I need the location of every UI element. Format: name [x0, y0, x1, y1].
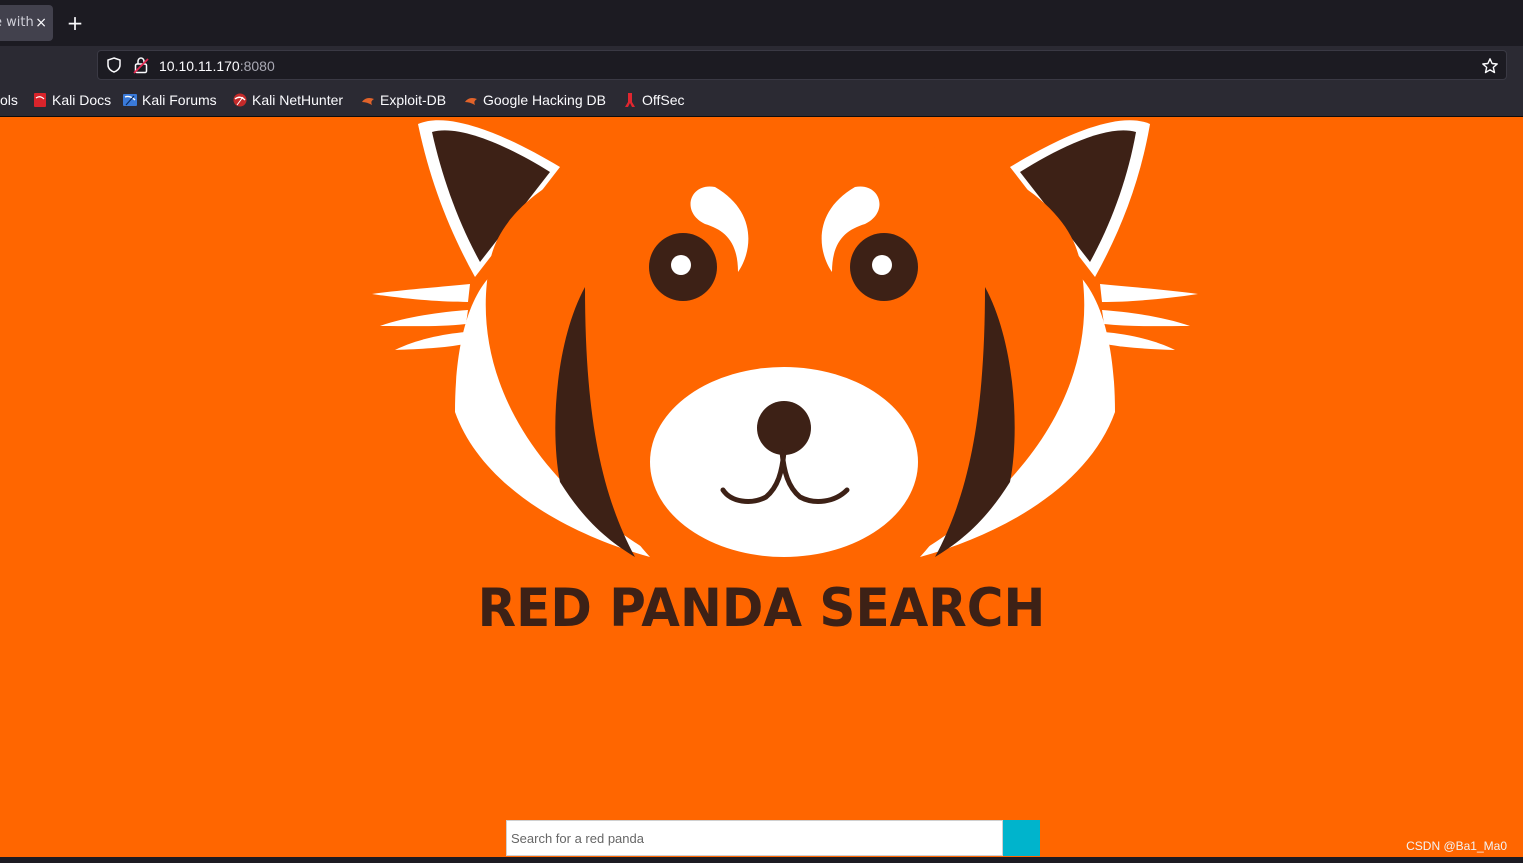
kali-forums-icon [123, 94, 137, 106]
page-title: RED PANDA SEARCH [477, 577, 1046, 639]
tab-bar: e with × + [0, 0, 1523, 46]
search-button[interactable] [1003, 820, 1040, 856]
bookmark-label: Kali NetHunter [252, 92, 344, 108]
watermark: CSDN @Ba1_Ma0 [1406, 839, 1507, 853]
kali-docs-icon [34, 93, 46, 107]
bookmark-label: Exploit-DB [380, 92, 447, 108]
bookmark-tools[interactable]: ols [0, 84, 18, 117]
google-hacking-db-icon [465, 98, 477, 105]
lock-icon[interactable] [133, 56, 149, 74]
tab-title: e with [0, 15, 34, 30]
bottom-strip [0, 857, 1523, 863]
bookmark-exploit-db[interactable]: Exploit-DB [361, 84, 446, 117]
nav-bar: 10.10.11.170:8080 [0, 46, 1523, 84]
url-bar[interactable]: 10.10.11.170:8080 [97, 50, 1507, 80]
url-host: 10.10.11.170 [159, 58, 240, 74]
bookmark-label: OffSec [642, 92, 685, 108]
offsec-icon [625, 93, 635, 107]
shield-icon[interactable] [106, 57, 122, 73]
bookmark-kali-nethunter[interactable]: Kali NetHunter [233, 84, 343, 117]
bookmark-kali-forums[interactable]: Kali Forums [123, 84, 217, 117]
bookmarks-toolbar: ols Kali Docs Kali Forums Kali NetHunter… [0, 84, 1523, 117]
bookmark-label: ols [0, 92, 18, 108]
bookmark-label: Kali Forums [142, 92, 217, 108]
bookmark-google-hacking-db[interactable]: Google Hacking DB [464, 84, 606, 117]
search-form [506, 820, 1040, 856]
bookmark-label: Kali Docs [52, 92, 112, 108]
tab-close-icon[interactable]: × [35, 5, 47, 41]
exploit-db-icon [362, 98, 374, 105]
search-input[interactable] [506, 820, 1003, 856]
bookmark-label: Google Hacking DB [483, 92, 606, 108]
new-tab-button[interactable]: + [64, 10, 86, 36]
tab-active[interactable]: e with × [0, 5, 53, 41]
red-panda-logo [372, 120, 1198, 557]
star-icon[interactable] [1481, 57, 1499, 75]
kali-nethunter-icon [233, 93, 247, 107]
bookmark-offsec[interactable]: OffSec [623, 84, 685, 117]
url-text[interactable]: 10.10.11.170:8080 [159, 51, 275, 81]
page-content: RED PANDA SEARCH CSDN @Ba1_Ma0 [0, 117, 1523, 857]
url-port: :8080 [239, 58, 275, 74]
bookmark-kali-docs[interactable]: Kali Docs [33, 84, 111, 117]
